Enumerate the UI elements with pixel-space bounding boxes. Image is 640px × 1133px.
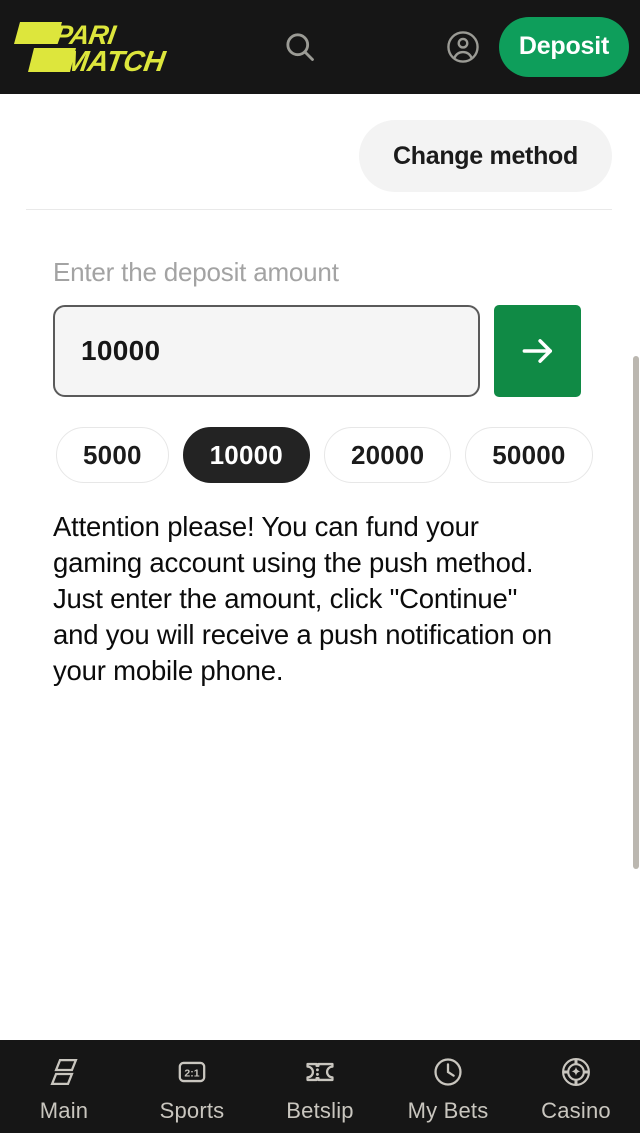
- submit-amount-button[interactable]: [494, 305, 581, 397]
- deposit-content: Change method Enter the deposit amount 5…: [0, 94, 640, 1040]
- search-icon: [286, 33, 314, 61]
- scrollbar-thumb[interactable]: [633, 356, 639, 869]
- nav-item-casino[interactable]: Casino: [512, 1053, 640, 1124]
- deposit-button[interactable]: Deposit: [499, 17, 629, 77]
- change-method-row: Change method: [0, 120, 612, 192]
- nav-label-casino: Casino: [541, 1098, 611, 1123]
- preset-chip-20000[interactable]: 20000: [323, 427, 452, 483]
- amount-entry-row: [53, 305, 581, 401]
- app-root: PARI MATCH Deposit Change method Enter t…: [0, 0, 640, 1133]
- preset-chip-50000[interactable]: 50000: [465, 427, 593, 483]
- parallelograms-icon: [45, 1053, 83, 1091]
- app-header: PARI MATCH Deposit: [0, 0, 640, 94]
- svg-text:2:1: 2:1: [184, 1068, 199, 1079]
- preset-chip-10000[interactable]: 10000: [182, 427, 310, 483]
- casino-chip-icon: [557, 1053, 595, 1091]
- nav-label-my-bets: My Bets: [407, 1098, 489, 1123]
- arrow-right-icon: [522, 339, 552, 363]
- nav-item-sports[interactable]: 2:1 Sports: [128, 1053, 256, 1124]
- clock-icon: [429, 1053, 467, 1091]
- nav-item-my-bets[interactable]: My Bets: [384, 1053, 512, 1124]
- ticket-icon: [301, 1053, 339, 1091]
- parimatch-logo[interactable]: PARI MATCH: [14, 19, 180, 78]
- scoreboard-icon: 2:1: [173, 1053, 211, 1091]
- nav-label-sports: Sports: [159, 1098, 225, 1123]
- nav-item-main[interactable]: Main: [0, 1053, 128, 1124]
- nav-item-betslip[interactable]: Betslip: [256, 1053, 384, 1124]
- change-method-button[interactable]: Change method: [359, 120, 612, 192]
- preset-chip-5000[interactable]: 5000: [56, 427, 169, 483]
- preset-amount-chips: 5000 10000 20000 50000: [56, 427, 593, 483]
- parimatch-logo-svg: PARI MATCH: [14, 19, 168, 78]
- content-scrollbar[interactable]: [633, 188, 640, 1133]
- amount-field-label: Enter the deposit amount: [53, 257, 339, 287]
- nav-label-main: Main: [39, 1098, 89, 1123]
- attention-notice-text: Attention please! You can fund your gami…: [53, 511, 552, 686]
- search-button[interactable]: [275, 22, 325, 72]
- bottom-navigation: Main 2:1 Sports Betslip My Bets Casino: [0, 1040, 640, 1133]
- nav-label-betslip: Betslip: [286, 1098, 354, 1123]
- deposit-amount-input[interactable]: [53, 305, 480, 397]
- svg-text:MATCH: MATCH: [62, 46, 168, 76]
- account-circle-icon: [447, 31, 479, 63]
- section-divider: [26, 209, 612, 210]
- account-button[interactable]: [438, 22, 488, 72]
